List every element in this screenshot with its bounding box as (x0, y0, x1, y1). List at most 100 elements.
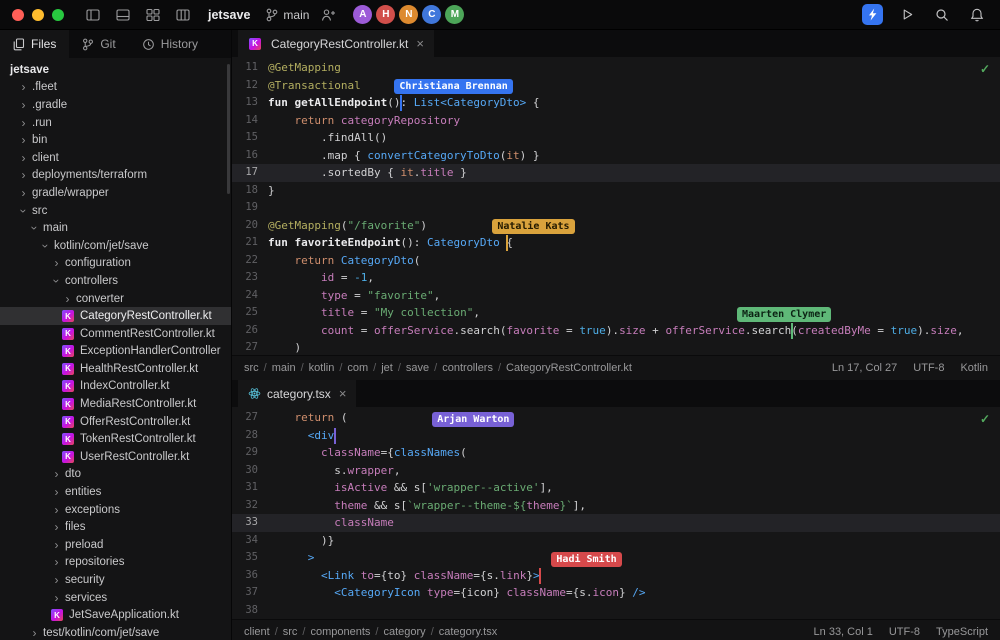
code-line[interactable]: 25 title = "My collection", (232, 304, 1000, 322)
line-number[interactable]: 35 (232, 549, 258, 567)
code-line[interactable]: 19 (232, 199, 1000, 217)
minimize-button[interactable] (32, 9, 44, 21)
line-number[interactable]: 38 (232, 602, 258, 620)
tree-item[interactable]: ›src (0, 202, 231, 220)
code-line[interactable]: 30 s.wrapper, (232, 462, 1000, 480)
breadcrumb-item[interactable]: src (283, 626, 298, 638)
line-number[interactable]: 16 (232, 147, 258, 165)
code-line[interactable]: 13fun getAllEndpoint(): List<CategoryDto… (232, 94, 1000, 112)
smart-mode-button[interactable] (862, 4, 883, 25)
code-line[interactable]: 17 .sortedBy { it.title } (232, 164, 1000, 182)
tree-item[interactable]: KJetSaveApplication.kt (0, 606, 231, 624)
line-number[interactable]: 14 (232, 112, 258, 130)
encoding[interactable]: UTF-8 (889, 626, 920, 638)
tab-git[interactable]: Git (69, 30, 128, 58)
tree-item[interactable]: ›.gradle (0, 96, 231, 114)
language[interactable]: TypeScript (936, 626, 988, 638)
code-line[interactable]: 27 return ( (232, 409, 1000, 427)
tree-item[interactable]: ›configuration (0, 255, 231, 273)
code-line[interactable]: 36 <Link to={to} className={s.link}> (232, 567, 1000, 585)
workspace-name[interactable]: jetsave (208, 8, 250, 22)
code-line[interactable]: 21fun favoriteEndpoint(): CategoryDto { (232, 234, 1000, 252)
encoding[interactable]: UTF-8 (913, 362, 944, 374)
tree-item[interactable]: KMediaRestController.kt (0, 395, 231, 413)
tree-item[interactable]: ›.fleet (0, 79, 231, 97)
tree-item[interactable]: ›client (0, 149, 231, 167)
line-number[interactable]: 34 (232, 532, 258, 550)
code-line[interactable]: 15 .findAll() (232, 129, 1000, 147)
search-icon[interactable] (931, 5, 953, 25)
close-tab-icon[interactable]: × (416, 36, 424, 51)
code-line[interactable]: 37 <CategoryIcon type={icon} className={… (232, 584, 1000, 602)
tab-files[interactable]: Files (0, 30, 69, 58)
git-branch-button[interactable]: main (266, 8, 309, 22)
line-number[interactable]: 21 (232, 234, 258, 252)
tree-item[interactable]: KOfferRestController.kt (0, 413, 231, 431)
code-line[interactable]: 28 <div (232, 427, 1000, 445)
tree-item[interactable]: ›security (0, 571, 231, 589)
line-number[interactable]: 27 (232, 409, 258, 427)
tree-item[interactable]: ›preload (0, 536, 231, 554)
panel-bottom-icon[interactable] (112, 5, 134, 25)
tree-item[interactable]: ›deployments/terraform (0, 167, 231, 185)
line-number[interactable]: 31 (232, 479, 258, 497)
tree-item[interactable]: KCategoryRestController.kt (0, 307, 231, 325)
tree-item[interactable]: ›converter (0, 290, 231, 308)
line-number[interactable]: 18 (232, 182, 258, 200)
tree-item[interactable]: jetsave (0, 61, 231, 79)
tree-item[interactable]: ›main (0, 219, 231, 237)
tree-item[interactable]: ›exceptions (0, 501, 231, 519)
tree-item[interactable]: KHealthRestController.kt (0, 360, 231, 378)
avatar[interactable]: N (399, 5, 418, 24)
tab-category-tsx[interactable]: category.tsx × (238, 380, 356, 407)
code-line[interactable]: 29 className={classNames( (232, 444, 1000, 462)
breadcrumb-item[interactable]: CategoryRestController.kt (506, 362, 632, 374)
line-number[interactable]: 26 (232, 322, 258, 340)
code-line[interactable]: 11@GetMapping (232, 59, 1000, 77)
line-number[interactable]: 24 (232, 287, 258, 305)
code-line[interactable]: 20@GetMapping("/favorite") (232, 217, 1000, 235)
columns-layout-icon[interactable] (172, 5, 194, 25)
close-button[interactable] (12, 9, 24, 21)
tree-item[interactable]: ›controllers (0, 272, 231, 290)
tree-item[interactable]: ›dto (0, 466, 231, 484)
line-number[interactable]: 25 (232, 304, 258, 322)
avatar[interactable]: C (422, 5, 441, 24)
code-line[interactable]: 27 ) (232, 339, 1000, 355)
tree-item[interactable]: ›files (0, 518, 231, 536)
breadcrumb-item[interactable]: client (244, 626, 270, 638)
line-number[interactable]: 22 (232, 252, 258, 270)
run-button[interactable] (896, 5, 918, 25)
close-tab-icon[interactable]: × (339, 386, 347, 401)
tree-item[interactable]: ›bin (0, 131, 231, 149)
code-line[interactable]: 26 count = offerService.search(favorite … (232, 322, 1000, 340)
avatar[interactable]: A (353, 5, 372, 24)
line-number[interactable]: 17 (232, 164, 258, 182)
line-number[interactable]: 29 (232, 444, 258, 462)
tree-item[interactable]: KExceptionHandlerController (0, 343, 231, 361)
sidebar-scrollbar[interactable] (227, 64, 230, 194)
line-number[interactable]: 23 (232, 269, 258, 287)
line-number[interactable]: 19 (232, 199, 258, 217)
breadcrumb-item[interactable]: controllers (442, 362, 493, 374)
breadcrumb-item[interactable]: src (244, 362, 259, 374)
tree-item[interactable]: ›entities (0, 483, 231, 501)
breadcrumb-item[interactable]: category (383, 626, 425, 638)
line-number[interactable]: 37 (232, 584, 258, 602)
notifications-bell-icon[interactable] (966, 5, 988, 25)
breadcrumb-item[interactable]: com (347, 362, 368, 374)
line-number[interactable]: 20 (232, 217, 258, 235)
caret-position[interactable]: Ln 33, Col 1 (814, 626, 873, 638)
tree-item[interactable]: ›test/kotlin/com/jet/save (0, 624, 231, 640)
breadcrumb-item[interactable]: category.tsx (439, 626, 498, 638)
line-number[interactable]: 28 (232, 427, 258, 445)
line-number[interactable]: 27 (232, 339, 258, 355)
code-line[interactable]: 38 (232, 602, 1000, 620)
avatar[interactable]: H (376, 5, 395, 24)
line-number[interactable]: 30 (232, 462, 258, 480)
breadcrumb-item[interactable]: main (272, 362, 296, 374)
line-number[interactable]: 13 (232, 94, 258, 112)
code-line[interactable]: 31 isActive && s['wrapper--active'], (232, 479, 1000, 497)
tree-item[interactable]: ›kotlin/com/jet/save (0, 237, 231, 255)
breadcrumb-item[interactable]: components (310, 626, 370, 638)
